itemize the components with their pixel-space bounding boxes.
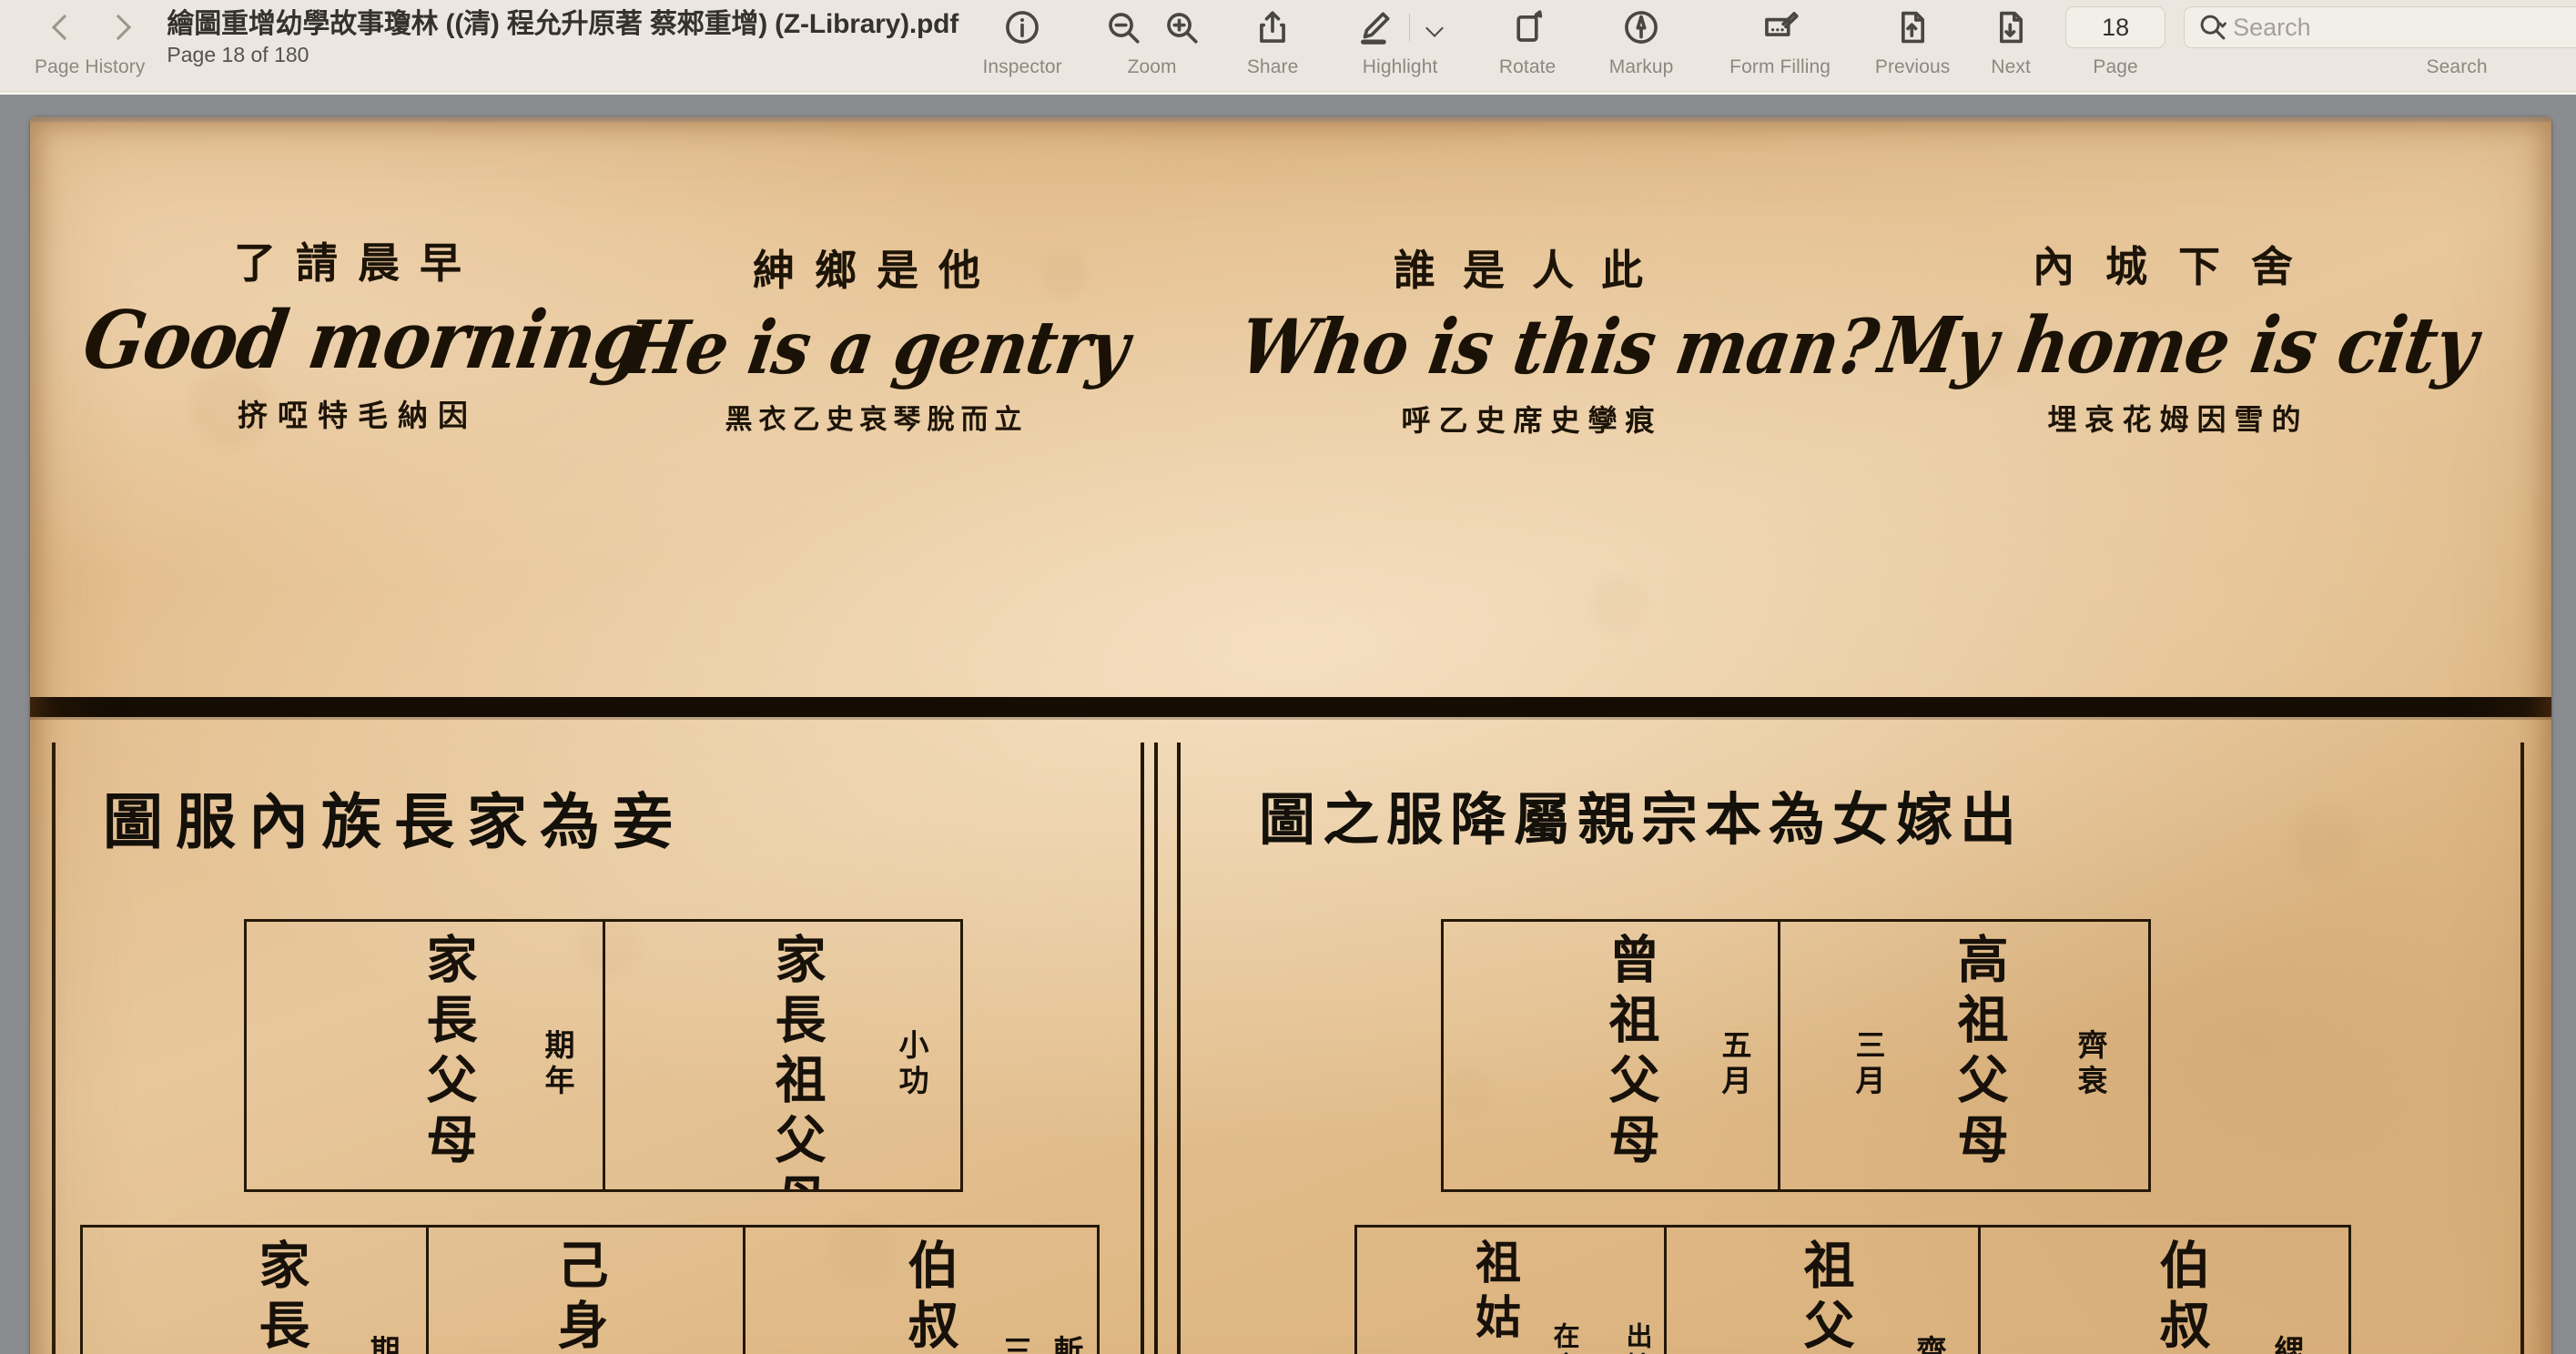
rotate-icon [1516,10,1543,42]
zoom-group: Zoom [1086,0,1218,76]
form-filling-label: Form Filling [1729,56,1831,77]
previous-label: Previous [1874,56,1951,77]
page-history-group: Page History [35,0,145,76]
toolbar-actions: Inspector Zoom Share Highlight Rotate Ma… [958,0,2576,76]
search-placeholder: Search [2233,13,2311,41]
previous-page-button[interactable]: Previous [1860,0,1965,76]
page-number-input[interactable]: 18 [2065,6,2166,48]
highlight-pen-icon[interactable] [1356,8,1394,46]
page-number-group[interactable]: 18 Page [2056,0,2175,76]
chevron-right-icon[interactable] [106,15,131,40]
pdf-page-viewer[interactable]: 了請晨早 Good morning 挤啞特毛納因 紳鄉是他 He is a ge… [0,91,2576,1354]
zoom-out-icon[interactable] [1104,8,1142,46]
zoom-label: Zoom [1127,56,1177,77]
page-down-icon [2000,11,2023,44]
markup-pen-circle-icon [1625,11,1658,44]
info-circle-icon [1006,11,1040,44]
title-block: 繪圖重增幼學故事瓊林 ((清) 程允升原著 蔡郲重增) (Z-Library).… [167,0,958,66]
rotate-label: Rotate [1498,56,1557,77]
highlight-group[interactable]: Highlight [1327,0,1473,76]
inspector-label: Inspector [982,56,1062,77]
highlight-label: Highlight [1362,56,1438,77]
pdf-page-18[interactable]: 了請晨早 Good morning 挤啞特毛納因 紳鄉是他 He is a ge… [30,116,2551,1354]
share-label: Share [1246,56,1299,77]
page-indicator: Page 18 of 180 [167,43,309,67]
page-label: Page [2093,56,2138,77]
page-history-label: Page History [35,56,146,77]
document-title: 繪圖重增幼學故事瓊林 ((清) 程允升原著 蔡郲重增) (Z-Library).… [167,9,959,39]
paper-aged-edge [30,116,2551,1354]
pdf-toolbar: Page History 繪圖重增幼學故事瓊林 ((清) 程允升原著 蔡郲重增)… [0,0,2576,91]
inspector-button[interactable]: Inspector [958,0,1086,76]
page-up-icon [1902,11,1925,44]
share-button[interactable]: Share [1218,0,1327,76]
zoom-in-icon[interactable] [1162,8,1201,46]
markup-label: Markup [1608,56,1674,77]
next-label: Next [1991,56,2031,77]
search-field[interactable]: Search [2184,6,2576,48]
share-icon [1260,11,1286,43]
toolbar-divider [1408,14,1410,41]
previous-page-edge [0,91,2576,95]
search-label: Search [2426,56,2488,77]
form-filling-button[interactable]: Form Filling [1700,0,1860,76]
search-icon[interactable] [2197,12,2228,43]
rotate-button[interactable]: Rotate [1473,0,1582,76]
next-page-button[interactable]: Next [1965,0,2056,76]
form-filling-icon [1764,12,1799,36]
search-group[interactable]: Search Search [2175,0,2576,76]
markup-button[interactable]: Markup [1582,0,1700,76]
chevron-down-icon[interactable] [1425,17,1445,37]
chevron-left-icon[interactable] [49,15,75,40]
